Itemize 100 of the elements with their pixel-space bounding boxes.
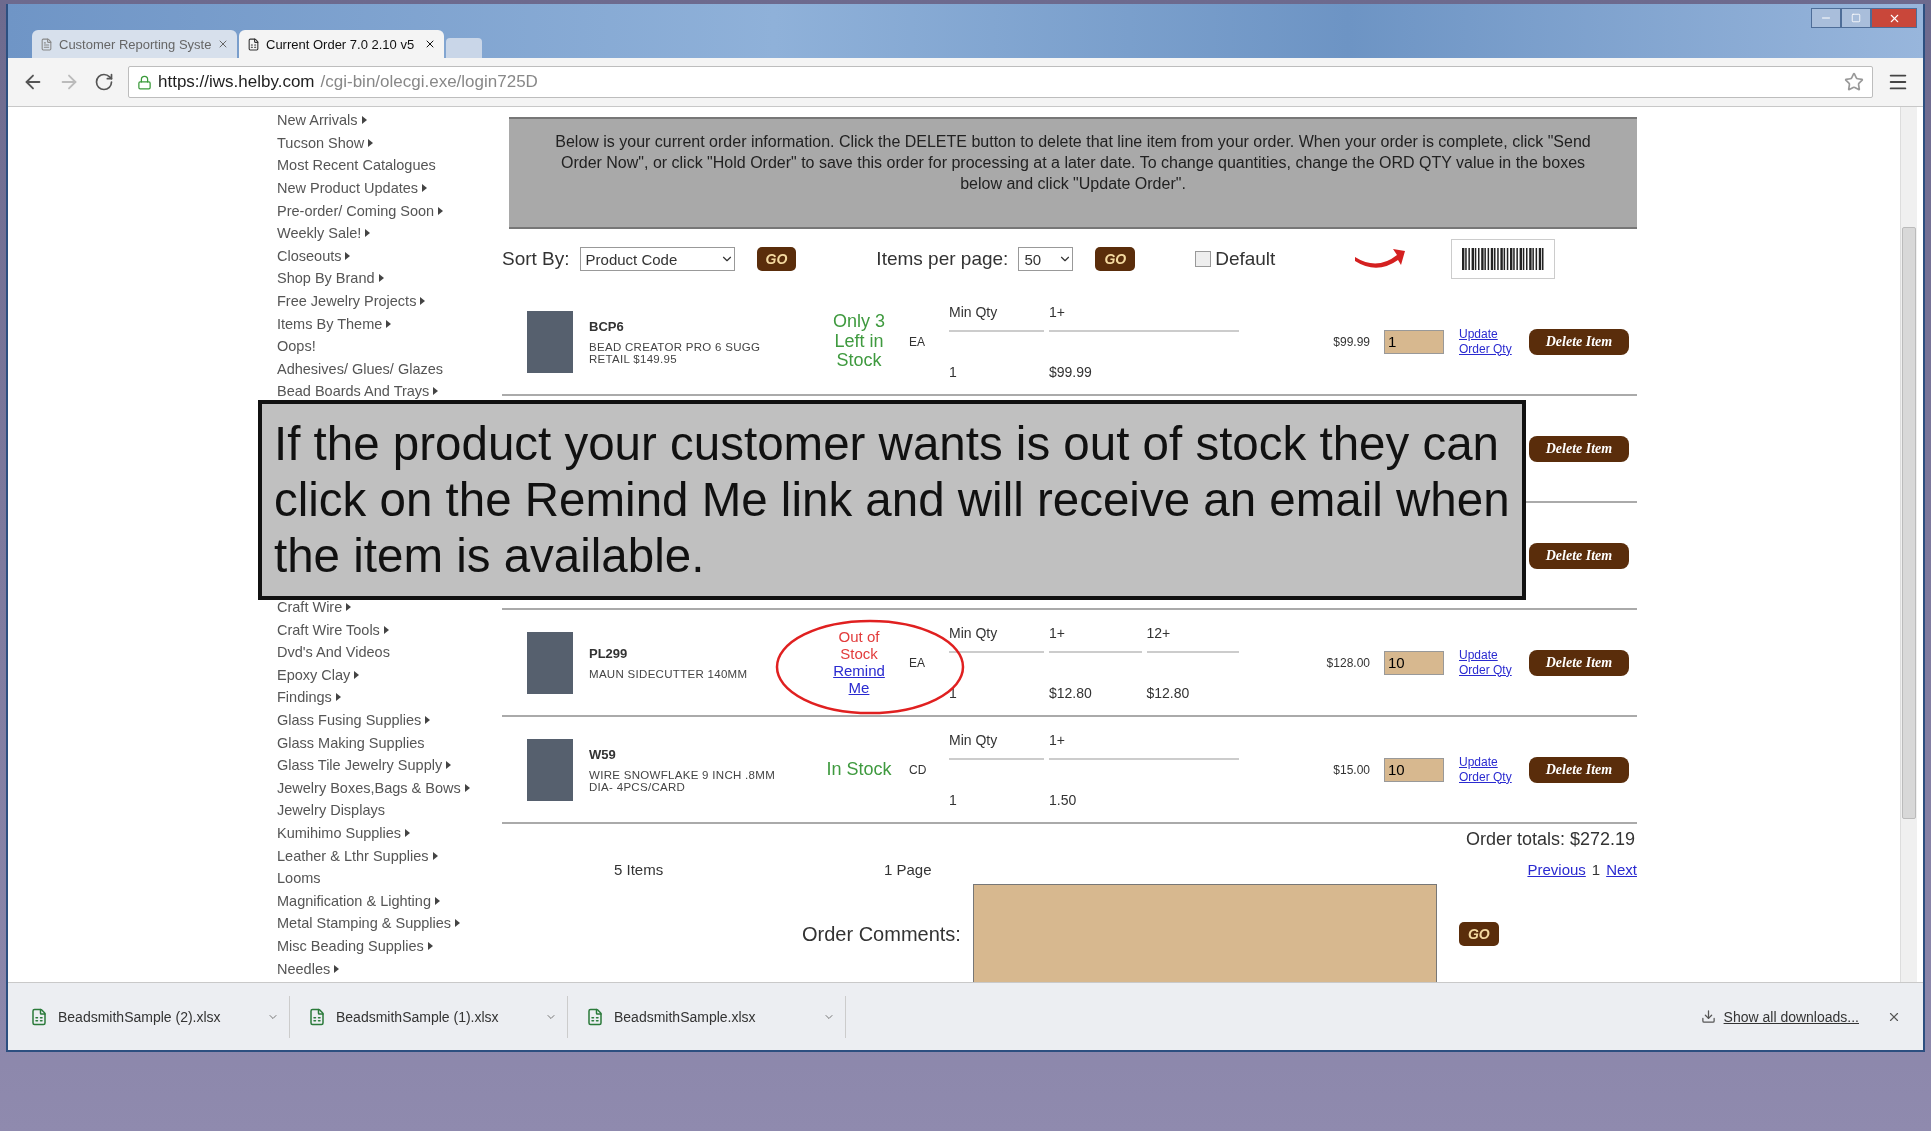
tier-value: 1 [949, 791, 958, 808]
default-label: Default [1215, 248, 1276, 270]
tier-heading: 12+ [1146, 624, 1239, 653]
sort-label: Sort By: [502, 248, 570, 270]
category-link[interactable]: Findings [277, 689, 332, 706]
photo-placeholder [527, 738, 573, 801]
photo-placeholder [527, 310, 573, 373]
update-qty-link[interactable]: Update Order Qty [1459, 326, 1517, 357]
maximize-button[interactable] [1841, 8, 1871, 28]
star-icon[interactable] [1844, 72, 1864, 92]
product-code: BCP6 [589, 318, 625, 334]
stock-status: Out of Stock [837, 629, 881, 662]
download-icon [1700, 1009, 1716, 1024]
delete-item-button[interactable]: Delete Item [1529, 756, 1629, 783]
spreadsheet-icon [586, 1007, 604, 1026]
page-number: 1 [1591, 860, 1601, 878]
category-link[interactable]: Glass Tile Jewelry Supply [277, 757, 443, 774]
download-item[interactable]: BeadsmithSample (1).xlsx [298, 995, 568, 1038]
category-link[interactable]: Items By Theme [277, 315, 383, 332]
tier-heading: Min Qty [949, 624, 1044, 653]
category-link[interactable]: Shop By Brand [277, 270, 375, 287]
unit-text: CD [909, 762, 928, 777]
product-description: MAUN SIDECUTTER 140MM [589, 667, 749, 680]
per-page-select[interactable]: 50 [1018, 247, 1074, 271]
order-totals: Order totals: $272.19 [1464, 827, 1636, 851]
download-item[interactable]: BeadsmithSample (2).xlsx [20, 995, 290, 1038]
category-link[interactable]: Glass Making Supplies [277, 734, 425, 751]
category-link[interactable]: Magnification & Lighting [277, 892, 431, 909]
info-banner: Below is your current order information. Click the DELETE button to delete that line item from your order. When your order is complete, click "Send Order Now", or click "Hold Order" to save this order for processing at a later date. To change quantities, change the ORD QTY value in the boxes below and click "Update Order". [509, 117, 1637, 229]
address-bar[interactable]: https://iws.helby.com /cgi-bin/olecgi.exe/login725D [128, 66, 1873, 98]
next-link[interactable]: Next [1606, 860, 1637, 878]
delete-item-button[interactable]: Delete Item [1529, 542, 1629, 569]
page-icon [247, 37, 260, 51]
product-description: BEAD CREATOR PRO 6 SUGG RETAIL $149.95 [589, 340, 762, 365]
remind-me-link[interactable]: Remind Me [829, 662, 889, 696]
quantity-input[interactable]: 10 [1384, 757, 1444, 782]
product-description: WIRE SNOWFLAKE 9 INCH .8MM DIA- 4PCS/CARD [589, 768, 777, 793]
download-item[interactable]: BeadsmithSample.xlsx [576, 995, 846, 1038]
product-code: PL299 [589, 645, 629, 661]
category-link[interactable]: Free Jewelry Projects [277, 293, 417, 310]
category-link[interactable]: Oops! [277, 338, 316, 355]
update-qty-link[interactable]: Update Order Qty [1459, 647, 1517, 678]
per-page-label: Items per page: [876, 248, 1009, 270]
category-link[interactable]: Jewelry Boxes,Bags & Bows [277, 779, 461, 796]
category-link[interactable]: Adhesives/ Glues/ Glazes [277, 360, 444, 377]
previous-link[interactable]: Previous [1527, 860, 1586, 878]
spreadsheet-icon [308, 1007, 326, 1026]
tier-heading: 1+ [1049, 731, 1239, 760]
category-link[interactable]: Misc Beading Supplies [277, 937, 424, 954]
delete-item-button[interactable]: Delete Item [1529, 649, 1629, 676]
tier-heading: 1+ [1049, 624, 1142, 653]
delete-item-button[interactable]: Delete Item [1529, 328, 1629, 355]
reload-icon[interactable] [94, 72, 114, 92]
go-button[interactable]: GO [1458, 922, 1499, 946]
minimize-button[interactable] [1811, 8, 1841, 28]
barcode-icon [1451, 239, 1556, 279]
page-icon [40, 37, 53, 51]
category-link[interactable]: Jewelry Displays [277, 802, 385, 819]
sort-select[interactable]: Product Code [579, 247, 735, 271]
category-link[interactable]: New Product Updates [277, 180, 419, 197]
category-link[interactable]: Leather & Lthr Supplies [277, 847, 429, 864]
go-button[interactable]: GO [1095, 247, 1136, 271]
tier-heading: 1+ [1049, 303, 1239, 332]
tier-heading: Min Qty [949, 731, 1044, 760]
category-link[interactable]: Craft Wire [277, 599, 343, 615]
category-link[interactable]: Kumihimo Supplies [277, 824, 402, 841]
browser-tab[interactable]: Customer Reporting Syste [32, 30, 237, 58]
tier-value: $12.80 [1049, 684, 1093, 701]
category-link[interactable]: Needles [277, 960, 331, 977]
line-price: $99.99 [1332, 334, 1371, 349]
category-link[interactable]: Craft Wire Tools [277, 621, 380, 638]
category-link[interactable]: Looms [277, 870, 321, 887]
category-link[interactable]: New Arrivals [277, 112, 358, 129]
quantity-input[interactable]: 10 [1384, 650, 1444, 675]
category-link[interactable]: Dvd's And Videos [277, 644, 390, 661]
scrollbar[interactable] [1900, 107, 1917, 982]
comments-field[interactable] [972, 884, 1437, 982]
category-link[interactable]: Glass Fusing Supplies [277, 712, 422, 728]
update-qty-link[interactable]: Update Order Qty [1459, 754, 1517, 785]
category-link[interactable]: Most Recent Catalogues [277, 157, 436, 174]
go-button[interactable]: GO [756, 247, 797, 271]
line-price: $128.00 [1325, 655, 1371, 670]
spreadsheet-icon [30, 1007, 48, 1026]
close-button[interactable] [1871, 8, 1917, 28]
curved-arrow-icon [1355, 247, 1406, 271]
category-link[interactable]: Weekly Sale! [277, 225, 362, 242]
category-link[interactable]: Pre-order/ Coming Soon [277, 202, 435, 219]
quantity-input[interactable]: 1 [1384, 329, 1444, 354]
show-all-downloads-link[interactable]: Show all downloads... [1723, 1008, 1859, 1025]
close-icon[interactable] [424, 38, 436, 50]
category-link[interactable]: Closeouts [277, 247, 342, 264]
category-link[interactable]: Bead Boards And Trays [277, 383, 430, 400]
photo-placeholder [527, 631, 573, 694]
delete-item-button[interactable]: Delete Item [1529, 435, 1629, 462]
default-checkbox[interactable] [1195, 251, 1212, 267]
browser-tab[interactable]: Current Order 7.0 2.10 v5 [239, 30, 444, 58]
category-link[interactable]: Metal Stamping & Supplies [277, 915, 452, 932]
category-link[interactable]: Tucson Show [277, 134, 365, 151]
category-link[interactable]: Epoxy Clay [277, 666, 351, 683]
tier-heading: Min Qty [949, 303, 1044, 332]
